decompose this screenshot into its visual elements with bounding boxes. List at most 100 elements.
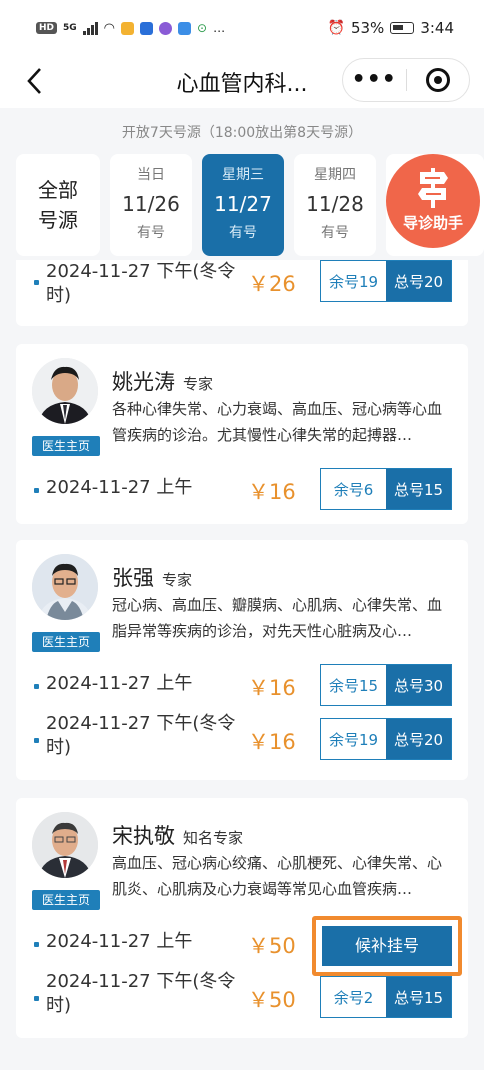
waitlist-button[interactable]: 候补挂号	[322, 926, 452, 966]
schedule-slot: 2024-11-27 上午 ￥50 候补挂号	[32, 916, 462, 976]
all-label-line-2: 号源	[38, 208, 78, 232]
slot-time: 2024-11-27 上午	[46, 477, 193, 498]
doctor-home-link[interactable]: 医生主页	[32, 436, 100, 456]
guide-assistant-button[interactable]: 导诊助手	[386, 154, 480, 248]
doctor-name-row: 宋执敬 知名专家	[112, 820, 243, 850]
bullet	[34, 996, 39, 1001]
status-bar: HD 5G ◠ ⊙ … ⏰ 53% 3:44	[0, 0, 484, 56]
slot-time: 2024-11-27 上午	[46, 931, 193, 952]
availability: 有号	[321, 225, 349, 241]
network-type: 5G	[63, 23, 77, 33]
doctor-specialty: 高血压、冠心病心绞痛、心肌梗死、心律失常、心肌炎、心肌病及心力衰竭等常见心血管疾…	[112, 854, 443, 898]
date: 11/26	[122, 192, 180, 216]
signpost-icon	[418, 168, 448, 208]
all-label-line-1: 全部	[38, 178, 78, 202]
total-count: 总号15	[386, 977, 451, 1017]
doctor-title: 专家	[162, 571, 193, 589]
battery-percent: 53%	[350, 19, 385, 37]
doctor-name: 姚光涛	[112, 370, 175, 394]
weekday: 当日	[137, 167, 165, 183]
hd-indicator: HD	[36, 22, 58, 34]
doctor-card[interactable]: 医生主页 姚光涛 专家 各种心律失常、心力衰竭、高血压、冠心病等心血管疾病的诊治。…	[16, 344, 468, 524]
doctor-title: 知名专家	[183, 829, 244, 847]
date: 11/28	[306, 192, 364, 216]
more-notifications-icon: …	[213, 21, 226, 35]
close-mini-program-icon[interactable]	[407, 68, 470, 92]
app-icon-3	[159, 21, 173, 35]
schedule-slot: 2024-11-27 下午(冬令时) ￥16 余号19 总号20	[32, 713, 452, 766]
date-tab-1128[interactable]: 星期四 11/28 有号	[294, 154, 376, 256]
weekday: 星期四	[314, 167, 356, 183]
doctor-name-row: 张强 专家	[112, 562, 192, 592]
slot-price: ￥16	[248, 730, 296, 754]
schedule-slot: 2024-11-27 上午 ￥16 余号6 总号15	[32, 466, 452, 516]
doctor-home-link[interactable]: 医生主页	[32, 632, 100, 652]
app-icon-5: ⊙	[197, 21, 208, 35]
doctor-specialty: 冠心病、高血压、瓣膜病、心肌病、心律失常、血脂异常等疾病的诊治，对先天性心脏病及…	[112, 596, 443, 640]
slot-price: ￥50	[248, 934, 296, 958]
schedule-slot: 2024-11-27 上午 ￥16 余号15 总号30	[32, 662, 452, 712]
remaining-count: 余号2	[321, 977, 386, 1017]
slot-time: 2024-11-27 下午(冬令时)	[46, 713, 236, 758]
slot-time: 2024-11-27 下午(冬令时)	[46, 261, 236, 306]
app-icon-1	[121, 21, 135, 35]
slot-time: 2024-11-27 下午(冬令时)	[46, 971, 236, 1016]
date-tab-1127[interactable]: 星期三 11/27 有号	[202, 154, 284, 256]
nav-bar: 心血管内科... •••	[0, 56, 484, 108]
bullet	[34, 738, 39, 743]
slot-price: ￥16	[248, 676, 296, 700]
total-count: 总号30	[386, 665, 451, 705]
doctor-avatar	[32, 358, 98, 424]
bullet	[34, 684, 39, 689]
total-count: 总号20	[386, 719, 451, 759]
wifi-icon: ◠	[103, 20, 116, 36]
doctor-title: 专家	[183, 375, 214, 393]
remaining-count: 余号19	[321, 719, 386, 759]
weekday: 星期三	[222, 167, 264, 183]
all-sources-tab[interactable]: 全部 号源	[16, 154, 100, 256]
doctor-specialty: 各种心律失常、心力衰竭、高血压、冠心病等心血管疾病的诊治。尤其慢性心律失常的起搏…	[112, 400, 443, 444]
clock: 3:44	[420, 19, 454, 37]
bullet	[34, 942, 39, 947]
waitlist-highlight: 候补挂号	[312, 916, 462, 976]
book-slot-button[interactable]: 余号15 总号30	[320, 664, 452, 706]
mini-program-capsule: •••	[342, 58, 470, 102]
app-icon-2	[140, 21, 154, 35]
remaining-count: 余号15	[321, 665, 386, 705]
battery-icon	[390, 22, 415, 34]
slot-price: ￥26	[248, 272, 296, 296]
remaining-count: 余号6	[321, 469, 386, 509]
slot-price: ￥50	[248, 988, 296, 1012]
more-options-icon[interactable]: •••	[343, 69, 406, 91]
bullet	[34, 488, 39, 493]
app-icon-4	[178, 21, 192, 35]
signal-icon	[82, 21, 98, 35]
remaining-count: 余号19	[321, 261, 386, 301]
bullet	[34, 280, 39, 285]
doctor-name-row: 姚光涛 专家	[112, 366, 213, 396]
alarm-icon: ⏰	[327, 20, 345, 36]
total-count: 总号15	[386, 469, 451, 509]
doctor-avatar	[32, 554, 98, 620]
doctor-name: 宋执敬	[112, 824, 175, 848]
book-slot-button[interactable]: 余号19 总号20	[320, 718, 452, 760]
doctor-name: 张强	[112, 566, 154, 590]
availability: 有号	[137, 225, 165, 241]
schedule-slot: 2024-11-27 下午(冬令时) ￥50 余号2 总号15	[32, 971, 452, 1024]
guide-assistant-label: 导诊助手	[402, 214, 463, 232]
total-count: 总号20	[386, 261, 451, 301]
doctor-card[interactable]: 医生主页 宋执敬 知名专家 高血压、冠心病心绞痛、心肌梗死、心律失常、心肌炎、心肌…	[16, 798, 468, 1038]
slot-price: ￥16	[248, 480, 296, 504]
availability: 有号	[229, 225, 257, 241]
book-slot-button[interactable]: 余号6 总号15	[320, 468, 452, 510]
book-slot-button[interactable]: 余号2 总号15	[320, 976, 452, 1018]
doctor-avatar	[32, 812, 98, 878]
open-schedule-note: 开放7天号源（18:00放出第8天号源）	[121, 125, 363, 141]
date-tab-1126[interactable]: 当日 11/26 有号	[110, 154, 192, 256]
slot-time: 2024-11-27 上午	[46, 673, 193, 694]
doctor-home-link[interactable]: 医生主页	[32, 890, 100, 910]
book-slot-button[interactable]: 余号19 总号20	[320, 260, 452, 302]
date: 11/27	[214, 192, 272, 216]
doctor-card[interactable]: 医生主页 张强 专家 冠心病、高血压、瓣膜病、心肌病、心律失常、血脂异常等疾病的诊…	[16, 540, 468, 780]
schedule-slot: 2024-11-27 下午(冬令时) ￥26 余号19 总号20	[32, 258, 452, 308]
